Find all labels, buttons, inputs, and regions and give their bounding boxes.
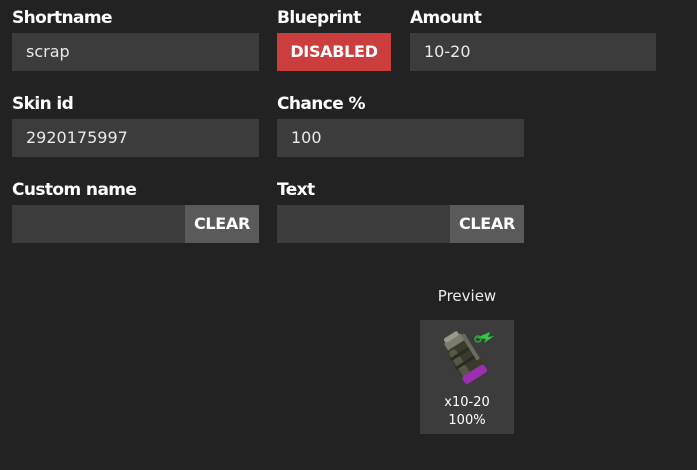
clear-custom-name-button[interactable]: CLEAR [185,205,259,243]
chance-label: Chance % [277,94,366,114]
skin-id-field[interactable]: 2920175997 [12,119,259,157]
skin-id-label: Skin id [12,94,74,114]
preview-chance: 100% [448,413,486,428]
amount-field[interactable]: 10-20 [410,33,656,71]
text-field[interactable] [277,205,450,243]
blueprint-toggle-button[interactable]: DISABLED [277,33,391,71]
custom-name-field[interactable] [12,205,185,243]
text-label: Text [277,180,315,200]
custom-name-label: Custom name [12,180,137,200]
amount-label: Amount [410,8,482,28]
preview-card: x10-20 100% [420,320,514,434]
preview-title: Preview [437,287,497,305]
blueprint-label: Blueprint [277,8,361,28]
preview-amount: x10-20 [444,395,490,410]
clear-text-button[interactable]: CLEAR [450,205,524,243]
shortname-label: Shortname [12,8,113,28]
chance-field[interactable]: 100 [277,119,524,157]
smoke-grenade-icon [444,331,494,384]
shortname-field[interactable]: scrap [12,33,259,71]
